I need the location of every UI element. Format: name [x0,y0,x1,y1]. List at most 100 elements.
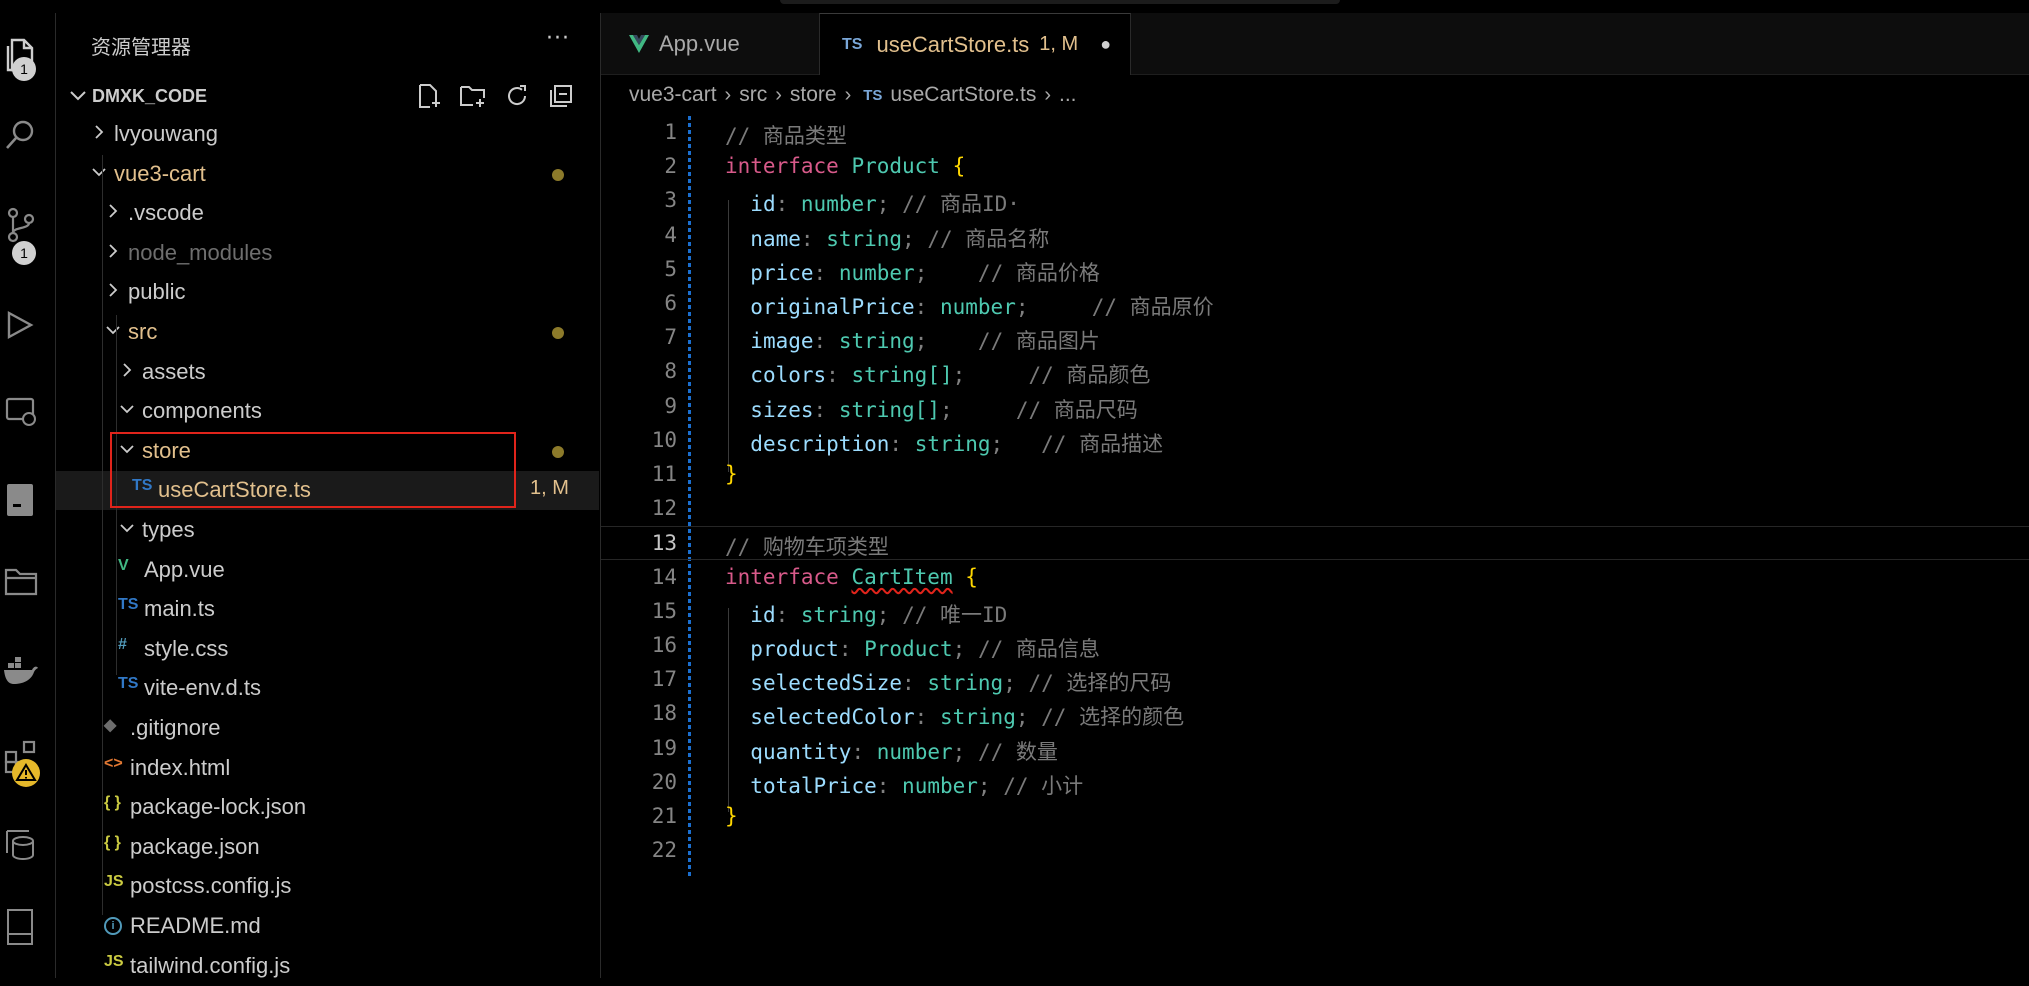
tree-file[interactable]: TS main.ts [56,590,599,629]
tree-file[interactable]: { } package.json [56,828,599,867]
code-line[interactable]: 22 [601,834,2029,868]
tab-app-vue[interactable]: App.vue [601,13,819,74]
code-line[interactable]: 1 // 商品类型 [601,116,2029,150]
search-icon[interactable] [0,113,42,157]
tree-file[interactable]: # style.css [56,630,599,669]
code-line[interactable]: 5 price: number; // 商品价格 [601,253,2029,287]
tab-label: App.vue [659,30,740,56]
code-text: interface CartItem { [725,564,978,589]
tree-file[interactable]: ◆ .gitignore [56,709,599,748]
new-file-icon[interactable] [414,81,444,111]
line-number: 6 [664,291,677,315]
line-number: 19 [651,735,677,760]
tree-folder[interactable]: types [56,511,599,550]
tab-usecartstore-ts[interactable]: TS useCartStore.ts 1, M ● [819,13,1131,75]
command-center[interactable] [780,0,1340,4]
tree-folder[interactable]: store [56,432,599,471]
tree-item-label: types [142,517,195,542]
new-folder-icon[interactable] [458,81,488,111]
tab-status: 1, M [1039,33,1079,55]
code-line[interactable]: 17 selectedSize: string; // 选择的尺码 [601,663,2029,697]
code-text: id: number; // 商品ID· [750,192,1020,217]
code-line[interactable]: 3 id: number; // 商品ID· [601,184,2029,218]
chevron-right-icon: › [775,83,782,106]
breadcrumb-item[interactable]: ... [1059,83,1077,107]
tree-item-label: public [128,279,186,305]
run-debug-icon[interactable] [0,303,42,347]
code-line[interactable]: 6 originalPrice: number; // 商品原价 [601,287,2029,321]
tree-folder[interactable]: public [56,273,599,312]
code-line[interactable]: 7 image: string; // 商品图片 [601,321,2029,355]
refresh-icon[interactable] [502,81,532,111]
code-text: description: string; // 商品描述 [750,431,1164,456]
docker-icon[interactable] [0,649,42,693]
tree-folder[interactable]: vue3-cart [56,155,599,194]
workspace-section-header[interactable]: DMXK_CODE [56,77,599,115]
chevron-right-icon: › [724,83,732,106]
database-icon[interactable] [0,821,42,865]
chevron-down-icon [120,524,134,533]
collapse-all-icon[interactable] [546,81,576,111]
code-line[interactable]: 18 selectedColor: string; // 选择的颜色 [601,697,2029,731]
code-line[interactable]: 14 interface CartItem { [601,561,2029,595]
code-line[interactable]: 21} [601,800,2029,834]
code-line[interactable]: 4 name: string; // 商品名称 [601,219,2029,253]
explorer-badge: 1 [12,57,36,81]
tree-file[interactable]: i README.md [56,907,599,946]
code-line[interactable]: 9 sizes: string[]; // 商品尺码 [601,390,2029,424]
code-line[interactable]: 13 // 购物车项类型 [601,526,2029,561]
tree-file[interactable]: JS postcss.config.js [56,867,599,906]
tree-folder[interactable]: lvyouwang [56,115,599,154]
line-number: 13 [651,531,677,556]
code-line[interactable]: 15 id: string; // 唯一ID [601,595,2029,629]
code-line[interactable]: 2 interface Product { [601,150,2029,184]
tree-folder[interactable]: .vscode [56,194,599,233]
terminal-icon[interactable] [0,478,42,522]
tree-file[interactable]: V App.vue [56,551,599,590]
tree-folder[interactable]: assets [56,353,599,392]
code-text: // 购物车项类型 [725,535,889,560]
code-line[interactable]: 20 totalPrice: number; // 小计 [601,766,2029,800]
tree-item-label: store [142,437,191,463]
panel-icon[interactable] [0,905,42,949]
code-text: colors: string[]; // 商品颜色 [750,363,1151,388]
tree-file[interactable]: { } package-lock.json [56,788,599,827]
breadcrumb-item[interactable]: useCartStore.ts [890,83,1036,107]
code-line[interactable]: 11} [601,458,2029,492]
code-text: quantity: number; // 数量 [750,739,1058,764]
ts-file-icon: TS [132,477,153,495]
line-number: 22 [651,838,677,863]
tree-file[interactable]: TS vite-env.d.ts [56,669,599,708]
unsaved-dot-icon[interactable]: ● [1100,34,1111,55]
breadcrumb-item[interactable]: vue3-cart [629,83,717,107]
code-text: totalPrice: number; // 小计 [750,773,1084,798]
tree-file[interactable]: JS tailwind.config.js [56,947,599,986]
breadcrumb-item[interactable]: store [790,83,837,107]
line-number: 16 [651,633,677,657]
chevron-right-icon [109,204,118,218]
modified-dot-icon [552,168,564,181]
tree-folder[interactable]: components [56,392,599,431]
code-text: id: string; // 唯一ID [750,602,1008,627]
tree-file[interactable]: <> index.html [56,749,599,788]
tree-item-label: main.ts [144,596,215,622]
code-text: sizes: string[]; // 商品尺码 [750,397,1138,422]
code-text: selectedSize: string; // 选择的尺码 [750,671,1172,696]
code-line[interactable]: 12 [601,492,2029,526]
more-actions-icon[interactable]: ··· [546,26,570,51]
folder-icon[interactable] [0,559,42,603]
code-line[interactable]: 19 quantity: number; // 数量 [601,732,2029,766]
code-line[interactable]: 16 product: Product; // 商品信息 [601,629,2029,663]
breadcrumb-item[interactable]: src [739,83,767,107]
remote-explorer-icon[interactable] [0,389,42,433]
tree-folder[interactable]: src [56,313,599,352]
line-number: 10 [651,427,677,452]
tree-folder[interactable]: node_modules [56,234,599,273]
chevron-right-icon [123,362,132,377]
code-line[interactable]: 8 colors: string[]; // 商品颜色 [601,355,2029,389]
tree-item-label: node_modules [128,239,273,265]
modified-dot-icon [552,445,564,458]
vue-file-icon [629,34,649,53]
tree-file[interactable]: TS useCartStore.ts 1, M [56,471,599,511]
code-line[interactable]: 10 description: string; // 商品描述 [601,424,2029,458]
